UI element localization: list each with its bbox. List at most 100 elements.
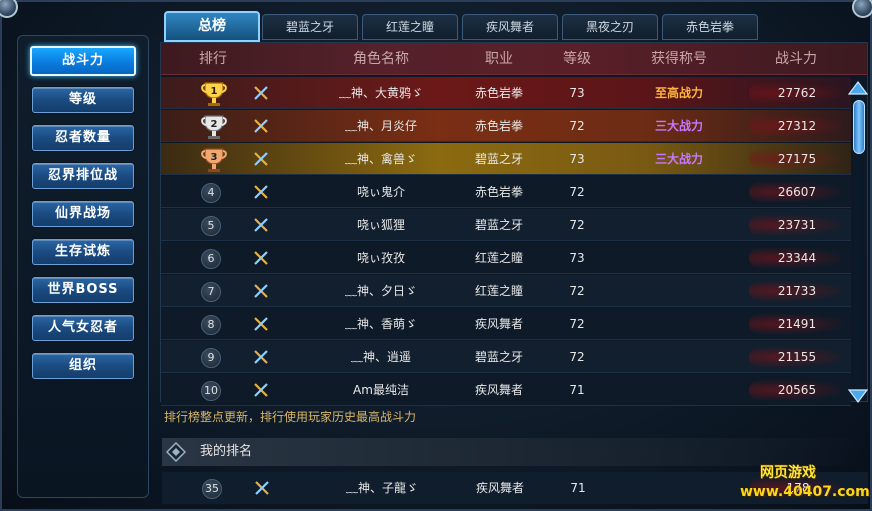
tab-night-blade[interactable]: 黑夜之刃 [562, 14, 658, 40]
player-level: 72 [569, 119, 585, 133]
sidebar-item-survival-trial[interactable]: 生存试炼 [32, 239, 134, 265]
player-power: 27762 [777, 86, 817, 100]
corner-ornament-icon [0, 0, 18, 18]
rank-badge: 7 [201, 282, 221, 302]
player-name: 哓ぃ孜孜 [356, 251, 405, 265]
player-level: 73 [569, 152, 585, 166]
player-name: ﹏神、夕日ゞ [344, 284, 417, 298]
scrollbar-thumb[interactable] [853, 100, 865, 154]
tab-overall[interactable]: 总榜 [164, 11, 260, 42]
player-job: 疾风舞者 [474, 317, 523, 331]
player-job: 赤色岩拳 [474, 86, 523, 100]
table-row[interactable]: 3 ﹏神、禽兽ゞ 碧蓝之牙 73 三大战力 27175 [161, 143, 851, 175]
player-level: 72 [569, 218, 585, 232]
scroll-up-arrow-icon[interactable] [848, 80, 868, 96]
diamond-icon [166, 442, 186, 462]
tab-blue-fang[interactable]: 碧蓝之牙 [262, 14, 358, 40]
sidebar-item-organization[interactable]: 组织 [32, 353, 134, 379]
sidebar-item-fairy-battlefield[interactable]: 仙界战场 [32, 201, 134, 227]
table-header: 排行 角色名称 职业 等级 获得称号 战斗力 [161, 43, 867, 75]
rank-number: 2 [211, 119, 218, 130]
player-job: 碧蓝之牙 [474, 350, 523, 364]
tab-red-rock-fist[interactable]: 赤色岩拳 [662, 14, 758, 40]
header-title: 获得称号 [651, 51, 707, 67]
player-power: 27175 [777, 152, 817, 166]
player-job: 红莲之瞳 [474, 284, 523, 298]
table-row[interactable]: 8 ﹏神、香萌ゞ 疾风舞者 72 21491 [161, 308, 851, 340]
player-job: 赤色岩拳 [474, 119, 523, 133]
player-job: 赤色岩拳 [474, 185, 523, 199]
header-rank: 排行 [199, 51, 227, 67]
trophy-silver-icon: 2 [201, 115, 227, 139]
rank-number: 1 [211, 86, 218, 97]
crossed-swords-icon [255, 481, 269, 495]
player-power: 21155 [777, 350, 817, 364]
header-job: 职业 [485, 51, 513, 67]
watermark-line2: www.40407.com [740, 484, 870, 500]
player-power: 21733 [777, 284, 817, 298]
player-job: 红莲之瞳 [474, 251, 523, 265]
player-name: ﹏神、大黄鸦ゞ [338, 86, 423, 100]
table-row[interactable]: 5 哓ぃ狐狸 碧蓝之牙 72 23731 [161, 209, 851, 241]
header-name: 角色名称 [353, 51, 409, 67]
player-name: 哓ぃ狐狸 [356, 218, 405, 232]
update-note: 排行榜整点更新，排行使用玩家历史最高战斗力 [164, 410, 417, 424]
header-power: 战斗力 [775, 51, 817, 67]
player-level: 71 [570, 481, 586, 495]
rank-badge: 6 [201, 249, 221, 269]
player-name: ﹏神、逍遥 [350, 350, 411, 364]
sidebar-item-ninja-count[interactable]: 忍者数量 [32, 125, 134, 151]
header-level: 等级 [563, 51, 591, 67]
ranking-table: 排行 角色名称 职业 等级 获得称号 战斗力 1 ﹏神、大黄鸦ゞ 赤色岩拳 73 至高战… [160, 42, 868, 406]
ranking-panel: 战斗力 等级 忍者数量 忍界排位战 仙界战场 生存试炼 世界BOSS 人气女忍者… [0, 0, 872, 511]
tab-red-lotus-eye[interactable]: 红莲之瞳 [362, 14, 458, 40]
crossed-swords-icon [254, 86, 268, 100]
table-row[interactable]: 2 ﹏神、月炎仔 赤色岩拳 72 三大战力 27312 [161, 110, 851, 142]
table-row[interactable]: 1 ﹏神、大黄鸦ゞ 赤色岩拳 73 至高战力 27762 [161, 77, 851, 109]
sidebar-item-world-boss[interactable]: 世界BOSS [32, 277, 134, 303]
player-power: 27312 [777, 119, 817, 133]
table-row[interactable]: 6 哓ぃ孜孜 红莲之瞳 73 23344 [161, 242, 851, 274]
player-power: 26607 [777, 185, 817, 199]
sidebar-item-combat-power[interactable]: 战斗力 [30, 46, 136, 76]
player-job: 碧蓝之牙 [474, 218, 523, 232]
crossed-swords-icon [254, 317, 268, 331]
crossed-swords-icon [254, 383, 268, 397]
sidebar: 战斗力 等级 忍者数量 忍界排位战 仙界战场 生存试炼 世界BOSS 人气女忍者… [17, 35, 149, 498]
player-level: 72 [569, 185, 585, 199]
player-power: 23344 [777, 251, 817, 265]
player-title: 至高战力 [654, 86, 703, 100]
player-name: ﹏神、香萌ゞ [344, 317, 417, 331]
table-row[interactable]: 7 ﹏神、夕日ゞ 红莲之瞳 72 21733 [161, 275, 851, 307]
sidebar-item-popular-kunoichi[interactable]: 人气女忍者 [32, 315, 134, 341]
tab-gale-dancer[interactable]: 疾风舞者 [462, 14, 558, 40]
rank-number: 3 [211, 152, 218, 163]
player-level: 73 [569, 86, 585, 100]
table-row[interactable]: 9 ﹏神、逍遥 碧蓝之牙 72 21155 [161, 341, 851, 373]
crossed-swords-icon [254, 218, 268, 232]
player-power: 20565 [777, 383, 817, 397]
crossed-swords-icon [254, 251, 268, 265]
rank-badge: 4 [201, 183, 221, 203]
player-name: ﹏神、月炎仔 [344, 119, 417, 133]
sidebar-item-level[interactable]: 等级 [32, 87, 134, 113]
scroll-down-arrow-icon[interactable] [848, 388, 868, 404]
player-job: 疾风舞者 [474, 383, 523, 397]
player-power: 21491 [777, 317, 817, 331]
table-row[interactable]: 10 Am最纯洁 疾风舞者 71 20565 [161, 374, 851, 406]
crossed-swords-icon [254, 350, 268, 364]
player-level: 72 [569, 317, 585, 331]
player-name: Am最纯洁 [353, 383, 409, 397]
site-watermark-logo: 网页游戏 www.40407.com [740, 462, 870, 508]
close-icon[interactable] [852, 0, 872, 18]
crossed-swords-icon [254, 152, 268, 166]
player-job: 碧蓝之牙 [474, 152, 523, 166]
player-name: 哓ぃ鬼介 [356, 185, 405, 199]
table-row[interactable]: 4 哓ぃ鬼介 赤色岩拳 72 26607 [161, 176, 851, 208]
sidebar-item-ranked-battle[interactable]: 忍界排位战 [32, 163, 134, 189]
player-level: 72 [569, 284, 585, 298]
player-name: ﹏神、禽兽ゞ [344, 152, 417, 166]
crossed-swords-icon [254, 185, 268, 199]
player-power: 23731 [777, 218, 817, 232]
watermark-line1: 网页游戏 [760, 465, 816, 481]
